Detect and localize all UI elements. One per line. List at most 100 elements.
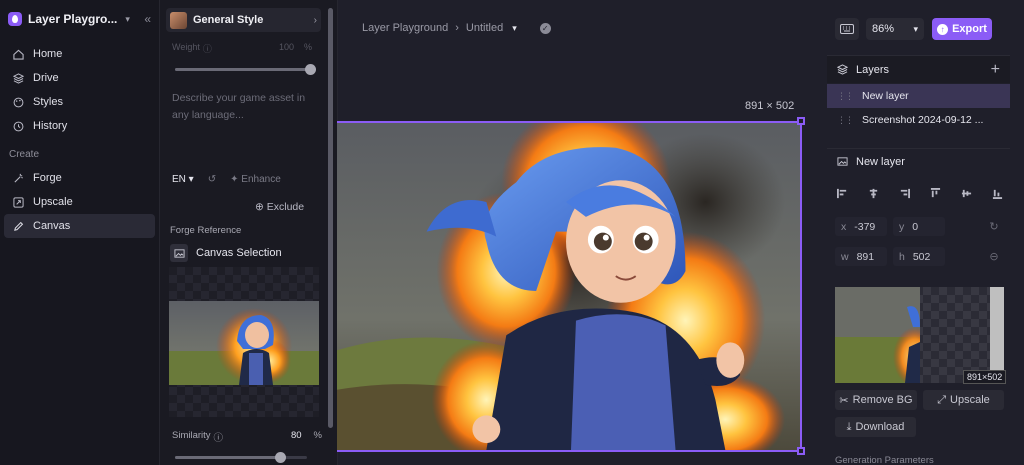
enhance-label: Enhance xyxy=(241,174,281,185)
keyboard-shortcuts-button[interactable] xyxy=(835,18,859,40)
nav-item-canvas[interactable]: Canvas xyxy=(4,214,155,238)
nav-item-label: Drive xyxy=(33,72,59,84)
y-value: 0 xyxy=(912,220,919,233)
language-select[interactable]: EN ▾ xyxy=(172,174,194,185)
upscale-button[interactable]: ⤢ Upscale xyxy=(923,390,1004,410)
exclude-label: Exclude xyxy=(266,201,305,213)
workspace-name: Layer Playgro... xyxy=(28,12,118,26)
reference-image xyxy=(169,301,319,385)
nav-item-styles[interactable]: Styles xyxy=(4,90,155,114)
y-position-field[interactable]: y 0 xyxy=(893,217,945,236)
history-icon xyxy=(12,120,24,132)
image-icon xyxy=(837,157,848,166)
weight-row: Weight ⓘ 100 % xyxy=(172,42,312,55)
image-icon xyxy=(170,244,188,262)
layer-item[interactable]: ⋮⋮ Screenshot 2024-09-12 ... xyxy=(827,108,1010,132)
canvas-layer-frame[interactable] xyxy=(337,121,802,452)
right-panel: Layers + ⋮⋮ New layer ⋮⋮ Screenshot 2024… xyxy=(827,55,1010,465)
layers-icon xyxy=(837,64,848,75)
collapse-sidebar-icon[interactable]: « xyxy=(144,12,151,26)
nav-item-history[interactable]: History xyxy=(4,114,155,138)
remove-bg-button[interactable]: ✂ Remove BG xyxy=(835,390,917,410)
canvas-image xyxy=(337,123,800,450)
layer-properties-header: New layer xyxy=(827,148,1010,174)
reset-icon[interactable]: ↺ xyxy=(208,174,216,185)
download-icon: ⤓ xyxy=(846,420,852,433)
reference-image-box[interactable] xyxy=(169,267,319,417)
width-field[interactable]: w 891 xyxy=(835,247,887,266)
upscale-icon xyxy=(12,196,24,208)
forge-reference-heading: Forge Reference xyxy=(170,225,242,236)
nav-item-home[interactable]: Home xyxy=(4,42,155,66)
scissors-icon: ✂ xyxy=(839,394,849,407)
align-top-icon[interactable] xyxy=(929,186,943,200)
exclude-button[interactable]: ⊕ Exclude xyxy=(255,201,304,213)
h-value: 502 xyxy=(912,250,931,263)
canvas-selection-row[interactable]: Canvas Selection xyxy=(170,244,282,262)
chevron-down-icon[interactable]: ▾ xyxy=(512,23,517,34)
align-left-icon[interactable] xyxy=(835,186,849,200)
align-right-icon[interactable] xyxy=(897,186,911,200)
enhance-button[interactable]: ✦ Enhance xyxy=(230,174,281,185)
generation-parameters-heading[interactable]: Generation Parameters xyxy=(835,455,934,465)
download-label: Download xyxy=(855,421,905,433)
nav-item-forge[interactable]: Forge xyxy=(4,166,155,190)
height-field[interactable]: h 502 xyxy=(893,247,945,266)
chevron-down-icon: ▾ xyxy=(125,13,130,24)
nav-item-label: History xyxy=(33,120,68,132)
panel-scrollbar[interactable] xyxy=(328,8,333,428)
prompt-tools: EN ▾ ↺ ✦ Enhance xyxy=(172,174,322,185)
thumbnail-dimensions: 891×502 xyxy=(963,370,1007,384)
x-key: x xyxy=(841,220,847,233)
left-sidebar: Layer Playgro... ▾ « Home Drive Styles H… xyxy=(0,0,160,465)
home-icon xyxy=(12,48,24,60)
prompt-input[interactable]: Describe your game asset in any language… xyxy=(172,90,317,124)
zoom-select[interactable]: 86% ▾ xyxy=(866,18,924,40)
breadcrumb-root[interactable]: Layer Playground xyxy=(362,22,448,34)
layer-item[interactable]: ⋮⋮ New layer xyxy=(827,84,1010,108)
breadcrumb-current[interactable]: Untitled xyxy=(466,22,503,34)
w-key: w xyxy=(841,250,849,263)
weight-label: Weight xyxy=(172,42,200,52)
language-value: EN xyxy=(172,174,186,185)
weight-slider[interactable] xyxy=(175,64,316,75)
align-center-horizontal-icon[interactable] xyxy=(866,186,880,200)
similarity-value: 80 xyxy=(290,430,302,441)
export-button[interactable]: ↑ Export xyxy=(932,18,992,40)
zoom-value: 86% xyxy=(872,23,895,35)
workspace-logo-icon xyxy=(8,12,22,26)
align-bottom-icon[interactable] xyxy=(991,186,1005,200)
x-position-field[interactable]: x -379 xyxy=(835,217,887,236)
nav-item-label: Upscale xyxy=(33,196,73,208)
align-center-vertical-icon[interactable] xyxy=(960,186,974,200)
nav-item-label: Canvas xyxy=(33,220,71,232)
h-key: h xyxy=(899,250,905,263)
nav-item-upscale[interactable]: Upscale xyxy=(4,190,155,214)
weight-slider-knob[interactable] xyxy=(304,64,316,75)
rotate-icon[interactable]: ↻ xyxy=(985,217,1003,235)
layer-label: New layer xyxy=(862,90,909,102)
similarity-slider-knob[interactable] xyxy=(275,452,287,463)
similarity-slider-fill xyxy=(175,456,281,459)
similarity-slider[interactable] xyxy=(175,452,307,463)
create-section-heading: Create xyxy=(9,148,40,160)
similarity-row: Similarity ⓘ 80 % xyxy=(172,430,322,444)
reference-image-art xyxy=(169,301,319,385)
workspace-switcher[interactable]: Layer Playgro... ▾ « xyxy=(0,0,159,38)
add-layer-icon[interactable]: + xyxy=(991,61,1000,79)
drag-handle-icon[interactable]: ⋮⋮ xyxy=(837,91,854,102)
x-value: -379 xyxy=(854,220,876,233)
upload-icon: ↑ xyxy=(937,23,949,35)
nav-item-drive[interactable]: Drive xyxy=(4,66,155,90)
style-selector[interactable]: General Style › xyxy=(166,8,321,32)
resize-handle-top-right[interactable] xyxy=(797,117,805,125)
layers-title: Layers xyxy=(856,63,890,76)
keyboard-icon xyxy=(840,24,854,34)
link-aspect-icon[interactable]: ⊖ xyxy=(985,247,1003,265)
upscale-icon: ⤢ xyxy=(937,393,947,406)
resize-handle-bottom-right[interactable] xyxy=(797,447,805,455)
drag-handle-icon[interactable]: ⋮⋮ xyxy=(837,115,854,126)
sparkle-icon: ✦ xyxy=(230,174,239,185)
download-button[interactable]: ⤓ Download xyxy=(835,417,916,437)
similarity-unit: % xyxy=(313,430,322,441)
